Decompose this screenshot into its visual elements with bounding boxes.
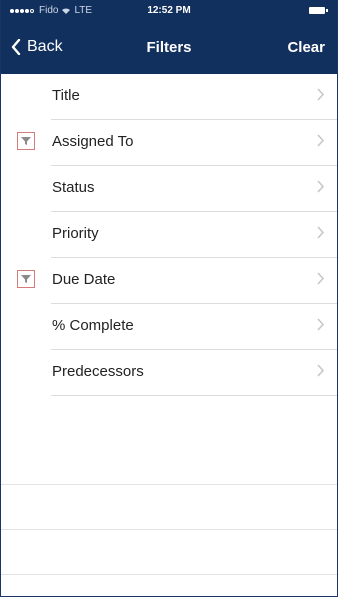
filter-row-predecessors[interactable]: Predecessors: [51, 350, 337, 396]
filter-row-percent-complete[interactable]: % Complete: [51, 304, 337, 350]
divider: [1, 440, 337, 485]
nav-bar: Back Filters Clear: [1, 22, 337, 74]
status-time: 12:52 PM: [147, 5, 191, 16]
clear-button[interactable]: Clear: [287, 39, 325, 56]
empty-list-area: [1, 440, 337, 575]
filter-row-priority[interactable]: Priority: [51, 212, 337, 258]
filter-list: Title Assigned To Status Priority Due Da…: [1, 74, 337, 396]
chevron-right-icon: [317, 364, 325, 377]
filter-label: Status: [52, 179, 95, 196]
status-bar: Fido LTE 12:52 PM: [1, 0, 337, 22]
filter-label: % Complete: [52, 317, 134, 334]
filter-label: Predecessors: [52, 363, 144, 380]
filter-label: Assigned To: [52, 133, 134, 150]
filter-label: Title: [52, 87, 80, 104]
battery-icon: [309, 7, 328, 14]
filter-label: Priority: [52, 225, 99, 242]
funnel-icon: [17, 270, 35, 288]
phone-screen: Fido LTE 12:52 PM Back Filters Clear Tit…: [0, 0, 338, 597]
divider: [1, 485, 337, 530]
chevron-right-icon: [317, 272, 325, 285]
filter-label: Due Date: [52, 271, 116, 288]
filter-row-assigned-to[interactable]: Assigned To: [17, 120, 337, 166]
chevron-right-icon: [317, 88, 325, 101]
filter-row-due-date[interactable]: Due Date: [17, 258, 337, 304]
filter-row-status[interactable]: Status: [51, 166, 337, 212]
chevron-right-icon: [317, 180, 325, 193]
chevron-right-icon: [317, 226, 325, 239]
funnel-icon: [17, 132, 35, 150]
chevron-right-icon: [317, 318, 325, 331]
filter-row-title[interactable]: Title: [51, 74, 337, 120]
divider: [1, 530, 337, 575]
chevron-right-icon: [317, 134, 325, 147]
